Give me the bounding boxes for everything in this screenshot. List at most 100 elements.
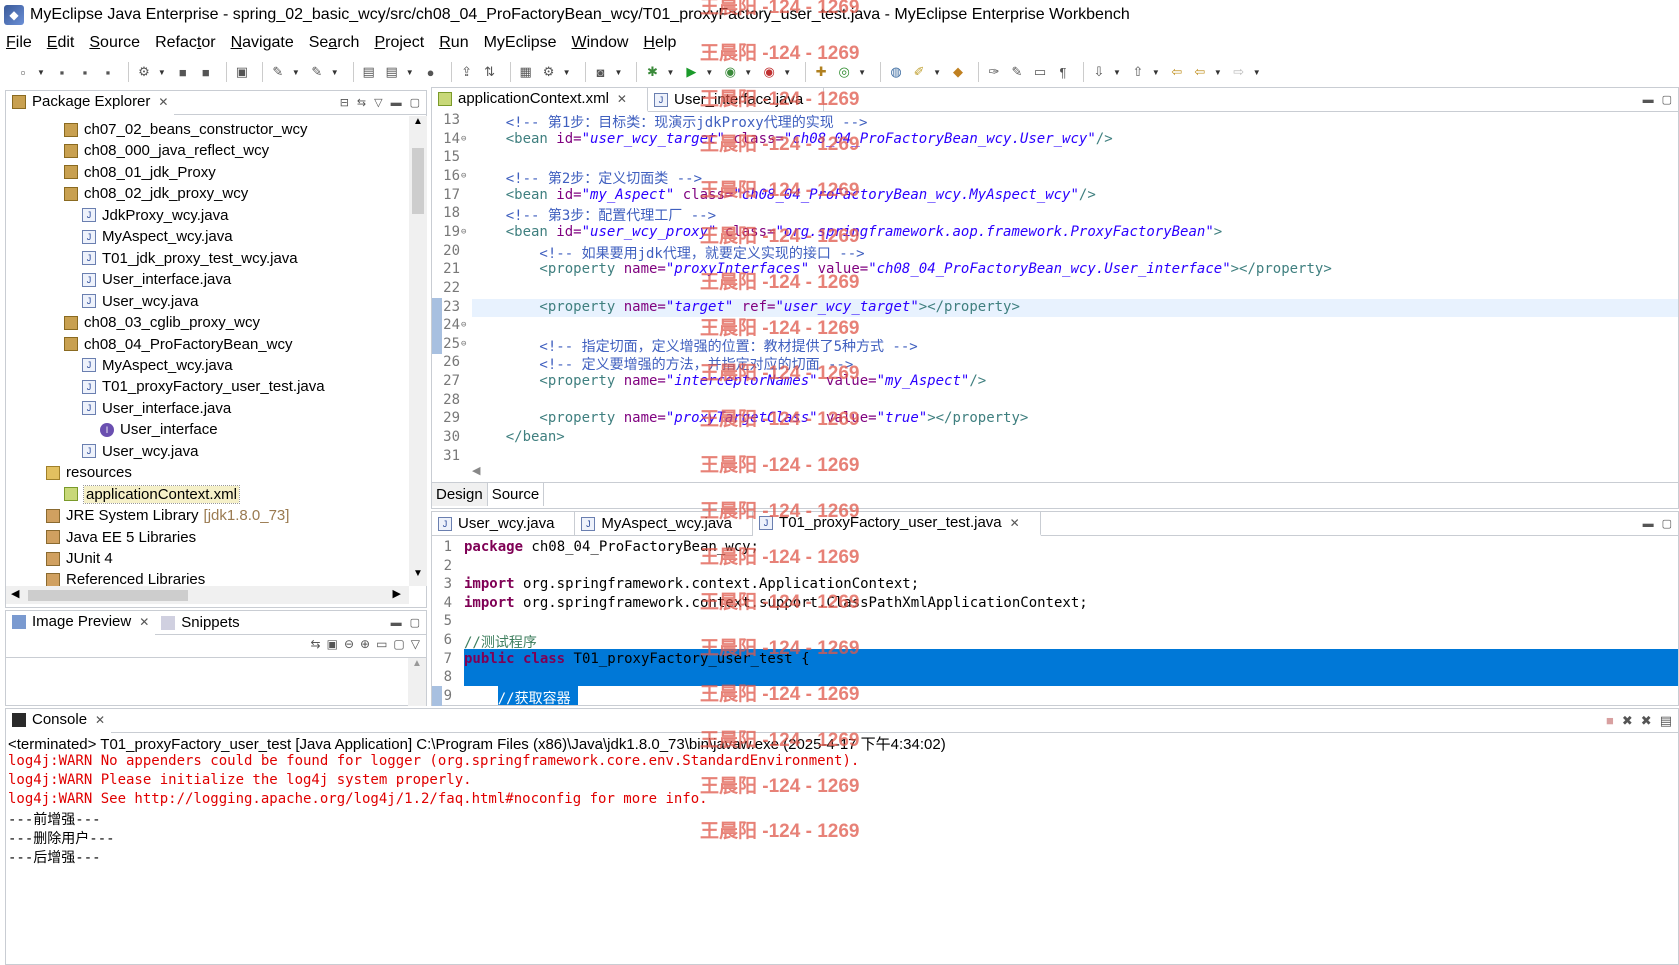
dropdown-arrow-icon[interactable]: ▼ bbox=[666, 68, 674, 77]
globe-icon[interactable]: ● bbox=[422, 63, 440, 81]
tab-source[interactable]: Source bbox=[487, 483, 545, 506]
prev-annotation-icon[interactable]: ⇧ bbox=[1129, 63, 1147, 81]
paragraph-icon[interactable]: ¶ bbox=[1054, 63, 1072, 81]
image-preview-scrollbar[interactable]: ▲ bbox=[408, 658, 426, 706]
scroll-up-icon[interactable]: ▲ bbox=[408, 658, 426, 669]
tab-image-preview[interactable]: Image Preview ✕ bbox=[6, 611, 156, 635]
dropdown-arrow-icon[interactable]: ▼ bbox=[292, 68, 300, 77]
save-icon[interactable]: ▪ bbox=[53, 63, 71, 81]
tree-item[interactable]: J JdkProxy_wcy.java bbox=[82, 205, 228, 226]
tree-item[interactable]: ch08_04_ProFactoryBean_wcy bbox=[64, 334, 292, 355]
tree-item[interactable]: J User_wcy.java bbox=[82, 441, 198, 462]
close-icon[interactable]: ✕ bbox=[617, 92, 627, 106]
dropdown-arrow-icon[interactable]: ▼ bbox=[158, 68, 166, 77]
back-icon[interactable]: ⇦ bbox=[1191, 63, 1209, 81]
dropdown-arrow-icon[interactable]: ▼ bbox=[933, 68, 941, 77]
menu-item[interactable]: Edit bbox=[47, 34, 75, 52]
dropdown-arrow-icon[interactable]: ▼ bbox=[783, 68, 791, 77]
open-resource-icon[interactable]: ■ bbox=[197, 63, 215, 81]
forward-icon[interactable]: ⇨ bbox=[1230, 63, 1248, 81]
new-icon[interactable]: ▫ bbox=[14, 63, 32, 81]
dropdown-arrow-icon[interactable]: ▼ bbox=[331, 68, 339, 77]
minimize-icon[interactable]: ▬ bbox=[391, 617, 402, 629]
scroll-down-icon[interactable]: ▼ bbox=[409, 568, 427, 586]
sync-icon[interactable]: ⇆ bbox=[311, 637, 321, 651]
tree-item[interactable]: ch08_000_java_reflect_wcy bbox=[64, 140, 269, 161]
upload-icon[interactable]: ⇪ bbox=[458, 63, 476, 81]
dropdown-arrow-icon[interactable]: ▼ bbox=[744, 68, 752, 77]
search-wizard-icon[interactable]: ✎ bbox=[308, 63, 326, 81]
package-tree-horizontal-scrollbar[interactable]: ◀ ▶ bbox=[6, 586, 409, 604]
dropdown-arrow-icon[interactable]: ▼ bbox=[1113, 68, 1121, 77]
open-task-icon[interactable]: ◍ bbox=[887, 63, 905, 81]
fold-toggle-icon[interactable]: ⊖ bbox=[461, 339, 466, 349]
tree-item[interactable]: Referenced Libraries bbox=[46, 569, 205, 586]
collapse-all-icon[interactable]: ⊟ bbox=[340, 96, 349, 109]
server-icon[interactable]: ▣ bbox=[233, 63, 251, 81]
terminate-icon[interactable]: ■ bbox=[1606, 713, 1614, 728]
tree-item[interactable]: ch07_02_beans_constructor_wcy bbox=[64, 119, 307, 140]
minimize-icon[interactable]: ▬ bbox=[1643, 94, 1654, 106]
tab-package-explorer[interactable]: Package Explorer ✕ bbox=[6, 91, 175, 115]
fold-toggle-icon[interactable]: ⊖ bbox=[461, 227, 466, 237]
new-wizard-icon[interactable]: ✎ bbox=[269, 63, 287, 81]
dropdown-arrow-icon[interactable]: ▼ bbox=[37, 68, 45, 77]
fit-window-icon[interactable]: ▢ bbox=[393, 637, 404, 651]
menu-item[interactable]: Source bbox=[89, 34, 140, 52]
dropdown-arrow-icon[interactable]: ▼ bbox=[1214, 68, 1222, 77]
scroll-right-icon[interactable]: ▶ bbox=[393, 587, 401, 600]
tree-item[interactable]: ch08_01_jdk_Proxy bbox=[64, 162, 216, 183]
zoom-out-icon[interactable]: ⊖ bbox=[344, 637, 354, 651]
xml-source-editor[interactable]: 13 <!-- 第1步：目标类：现演示jdkProxy代理的实现 --> 14 ⊖ … bbox=[432, 112, 1678, 472]
tree-item[interactable]: JUnit 4 bbox=[46, 548, 113, 569]
dropdown-arrow-icon[interactable]: ▼ bbox=[406, 68, 414, 77]
scroll-left-icon[interactable]: ◀ bbox=[472, 464, 480, 477]
tab-design[interactable]: Design bbox=[432, 483, 488, 506]
scroll-up-icon[interactable]: ▲ bbox=[409, 116, 427, 134]
save-all-icon[interactable]: ▪ bbox=[76, 63, 94, 81]
open-folder-icon[interactable]: ◆ bbox=[949, 63, 967, 81]
block-icon[interactable]: ▭ bbox=[1031, 63, 1049, 81]
maximize-icon[interactable]: ▢ bbox=[410, 96, 420, 109]
dropdown-arrow-icon[interactable]: ▼ bbox=[858, 68, 866, 77]
maximize-icon[interactable]: ▢ bbox=[1662, 517, 1672, 530]
link-editor-icon[interactable]: ⇆ bbox=[357, 96, 366, 109]
editor-tab[interactable]: J User_wcy.java bbox=[432, 511, 576, 536]
close-icon[interactable]: ✕ bbox=[158, 95, 168, 109]
web-icon[interactable]: ▤ bbox=[360, 63, 378, 81]
publish-icon[interactable]: ▤ bbox=[383, 63, 401, 81]
tree-item[interactable]: ch08_02_jdk_proxy_wcy bbox=[64, 183, 248, 204]
menu-item[interactable]: MyEclipse bbox=[484, 34, 557, 52]
dropdown-arrow-icon[interactable]: ▼ bbox=[1253, 68, 1261, 77]
maximize-icon[interactable]: ▢ bbox=[1662, 93, 1672, 106]
menu-item[interactable]: Run bbox=[439, 34, 468, 52]
minimize-icon[interactable]: ▬ bbox=[391, 97, 402, 109]
scroll-left-icon[interactable]: ◀ bbox=[11, 587, 19, 600]
tree-item[interactable]: ch08_03_cglib_proxy_wcy bbox=[64, 312, 260, 333]
tree-item[interactable]: J T01_jdk_proxy_test_wcy.java bbox=[82, 248, 298, 269]
pin-icon[interactable]: ✑ bbox=[985, 63, 1003, 81]
editor-tab[interactable]: applicationContext.xml ✕ bbox=[432, 87, 648, 112]
new-class-icon[interactable]: ◎ bbox=[835, 63, 853, 81]
close-icon[interactable]: ✕ bbox=[95, 713, 105, 727]
camera-icon[interactable]: ◙ bbox=[592, 63, 610, 81]
menu-item[interactable]: File bbox=[6, 34, 32, 52]
tab-snippets[interactable]: Snippets bbox=[155, 611, 245, 635]
annotate-icon[interactable]: ✎ bbox=[1008, 63, 1026, 81]
new-java-project-icon[interactable]: ✚ bbox=[812, 63, 830, 81]
view-menu-icon[interactable]: ▽ bbox=[411, 637, 420, 651]
package-tree-vertical-scrollbar[interactable]: ▲ ▼ bbox=[409, 116, 427, 586]
tree-item[interactable]: J User_wcy.java bbox=[82, 291, 198, 312]
maximize-icon[interactable]: ▢ bbox=[410, 616, 420, 629]
view-menu-icon[interactable]: ▽ bbox=[374, 96, 382, 109]
menu-item[interactable]: Navigate bbox=[231, 34, 294, 52]
fold-toggle-icon[interactable]: ⊖ bbox=[461, 171, 466, 181]
remove-launch-icon[interactable]: ✖ bbox=[1622, 713, 1633, 729]
dropdown-arrow-icon[interactable]: ▼ bbox=[615, 68, 623, 77]
menu-item[interactable]: Window bbox=[572, 34, 629, 52]
fit-icon[interactable]: ▣ bbox=[327, 637, 338, 651]
run-icon[interactable]: ▶ bbox=[682, 63, 700, 81]
scrollbar-thumb[interactable] bbox=[412, 148, 424, 214]
tree-item[interactable]: J User_interface.java bbox=[82, 269, 231, 290]
tree-item[interactable]: J T01_proxyFactory_user_test.java bbox=[82, 376, 325, 397]
